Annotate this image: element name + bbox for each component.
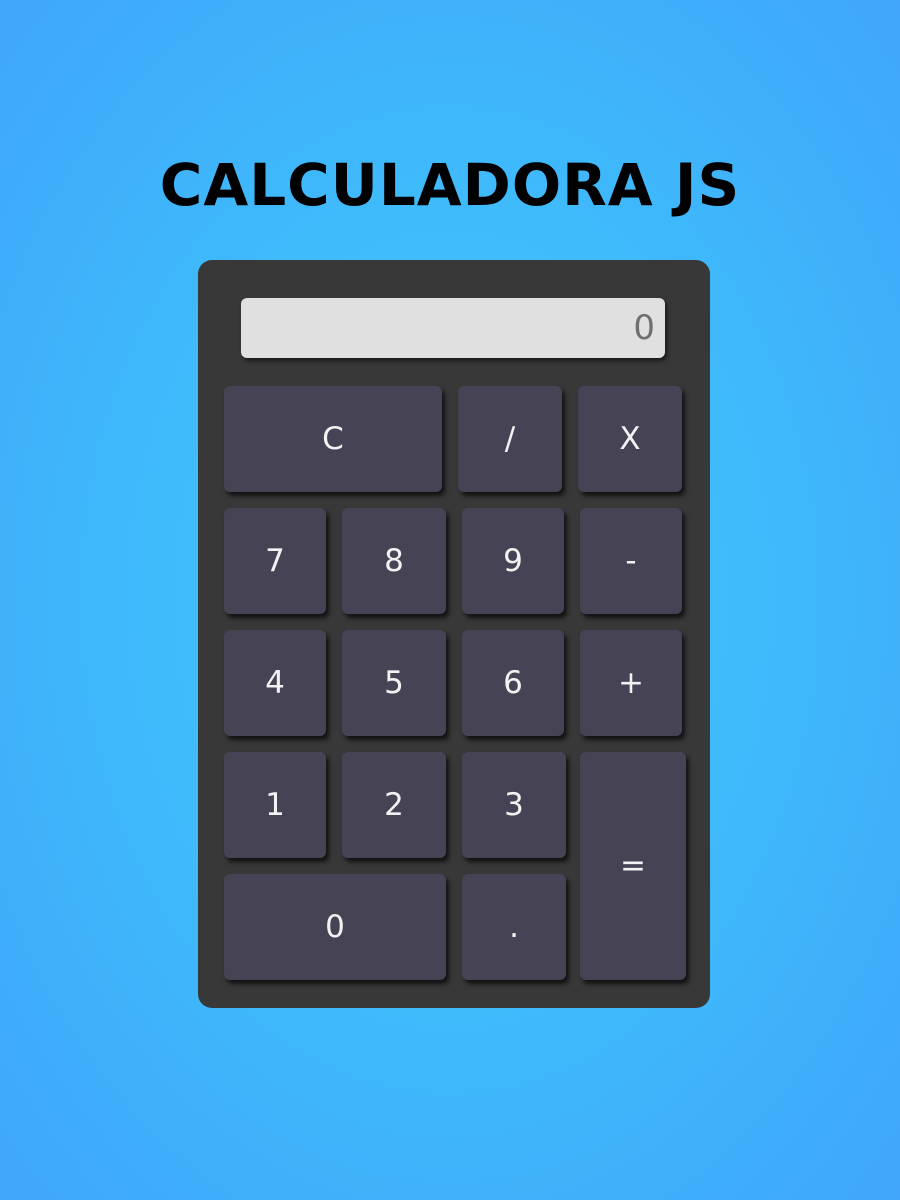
decimal-point-button[interactable]: . (462, 874, 566, 980)
equals-button[interactable]: = (580, 752, 686, 980)
digit-2-button[interactable]: 2 (342, 752, 446, 858)
minus-button[interactable]: - (580, 508, 682, 614)
digit-5-button[interactable]: 5 (342, 630, 446, 736)
digit-9-button[interactable]: 9 (462, 508, 564, 614)
digit-0-button[interactable]: 0 (224, 874, 446, 980)
plus-button[interactable]: + (580, 630, 682, 736)
calculator-display: 0 (241, 298, 665, 358)
digit-4-button[interactable]: 4 (224, 630, 326, 736)
digit-6-button[interactable]: 6 (462, 630, 564, 736)
digit-8-button[interactable]: 8 (342, 508, 446, 614)
divide-button[interactable]: / (458, 386, 562, 492)
calculator-body: 0 C / X 7 8 9 - 4 5 6 + 1 2 3 = 0 . (198, 260, 710, 1008)
page-title: CALCULADORA JS (159, 151, 741, 219)
digit-7-button[interactable]: 7 (224, 508, 326, 614)
multiply-button[interactable]: X (578, 386, 682, 492)
clear-button[interactable]: C (224, 386, 442, 492)
digit-1-button[interactable]: 1 (224, 752, 326, 858)
digit-3-button[interactable]: 3 (462, 752, 566, 858)
